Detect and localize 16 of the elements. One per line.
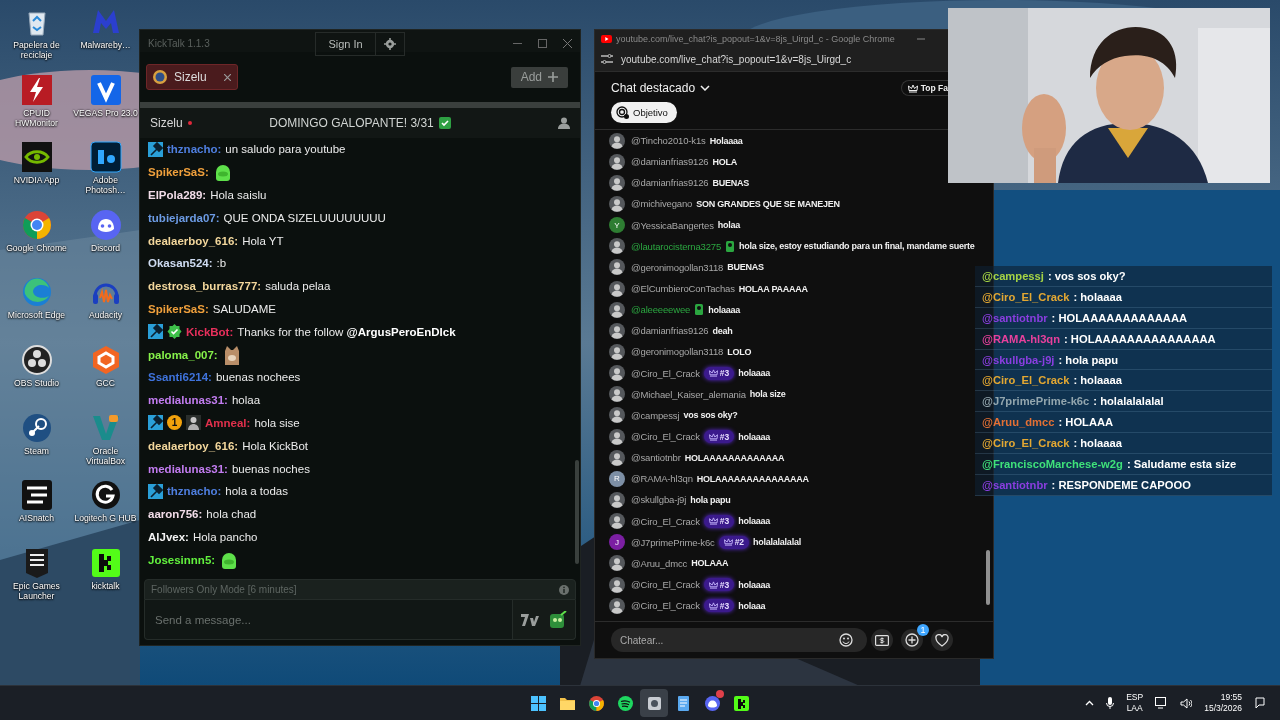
app-icon[interactable]: [732, 694, 750, 712]
clock-date[interactable]: 15/3/2026: [1204, 703, 1242, 714]
app-icon[interactable]: [616, 694, 634, 712]
app-icon[interactable]: [645, 694, 663, 712]
clock-time[interactable]: 19:55: [1220, 692, 1242, 703]
app-icon[interactable]: [703, 694, 721, 712]
microphone-icon[interactable]: [1106, 697, 1115, 709]
notification-badge: [716, 690, 724, 698]
notification-icon[interactable]: [1254, 697, 1266, 709]
chrome-icon[interactable]: [587, 694, 605, 712]
keyboard-layout[interactable]: LAA: [1126, 703, 1143, 714]
chevron-up-icon[interactable]: [1085, 700, 1095, 706]
language-indicator[interactable]: ESP: [1126, 692, 1144, 703]
start-icon[interactable]: [529, 694, 547, 712]
speaker-icon[interactable]: [1180, 697, 1193, 709]
network-icon[interactable]: [1155, 697, 1169, 709]
